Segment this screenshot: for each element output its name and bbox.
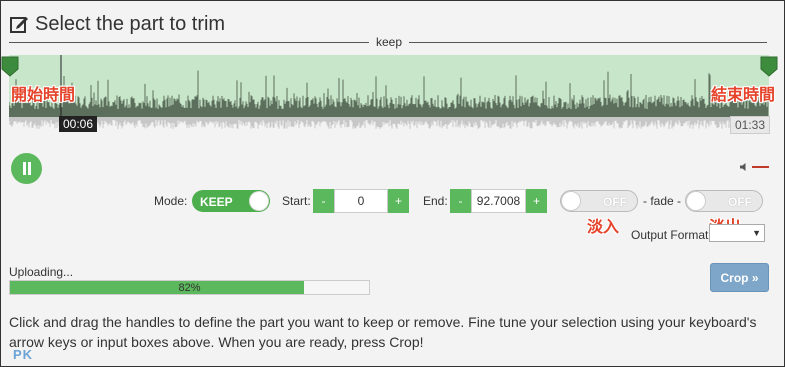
fade-out-state: OFF bbox=[728, 195, 752, 209]
mode-toggle-text: KEEP bbox=[200, 195, 233, 209]
end-input[interactable] bbox=[471, 189, 526, 213]
fade-out-toggle[interactable]: OFF bbox=[685, 190, 763, 212]
volume-slider[interactable] bbox=[752, 166, 769, 168]
speaker-icon bbox=[740, 163, 746, 171]
watermark-logo: PK bbox=[13, 347, 34, 362]
edit-icon bbox=[10, 17, 28, 33]
start-time-annotation: 開始時間 bbox=[11, 85, 76, 104]
start-label: Start: bbox=[282, 194, 311, 208]
pause-icon bbox=[22, 162, 32, 175]
toggle-knob bbox=[249, 191, 269, 211]
mode-label: Mode: bbox=[154, 194, 188, 208]
start-increment-button[interactable]: + bbox=[388, 189, 409, 213]
end-handle[interactable] bbox=[760, 55, 778, 77]
current-time: 00:06 bbox=[59, 116, 98, 132]
end-label: End: bbox=[423, 194, 448, 208]
output-format-select[interactable]: ▼ bbox=[709, 224, 765, 242]
waveform[interactable] bbox=[9, 55, 769, 135]
instructions-text: Click and drag the handles to define the… bbox=[9, 314, 757, 350]
trim-panel: Select the part to trim keep 開始時間 結束時間 0… bbox=[0, 0, 785, 367]
start-input[interactable] bbox=[334, 189, 388, 213]
crop-button[interactable]: Crop » bbox=[710, 263, 769, 292]
start-stepper: - + bbox=[313, 189, 409, 213]
toggle-knob bbox=[561, 191, 581, 211]
waveform-graphic[interactable] bbox=[9, 55, 769, 135]
output-format-label: Output Format bbox=[631, 228, 709, 242]
end-increment-button[interactable]: + bbox=[526, 189, 547, 213]
fade-in-state: OFF bbox=[603, 195, 627, 209]
total-time: 01:33 bbox=[730, 116, 771, 134]
pause-button[interactable] bbox=[11, 153, 42, 184]
keep-divider-left bbox=[9, 42, 369, 43]
toggle-knob bbox=[686, 191, 706, 211]
end-time-annotation: 結束時間 bbox=[711, 85, 776, 104]
fade-label: - fade - bbox=[643, 194, 682, 208]
progress-text: 82% bbox=[178, 282, 201, 294]
start-handle[interactable] bbox=[1, 55, 19, 77]
upload-status: Uploading... bbox=[9, 265, 74, 279]
fade-in-annotation: 淡入 bbox=[587, 217, 620, 236]
keep-label: keep bbox=[375, 35, 403, 49]
end-decrement-button[interactable]: - bbox=[450, 189, 471, 213]
end-stepper: - + bbox=[450, 189, 547, 213]
dropdown-arrow-icon: ▼ bbox=[752, 228, 761, 238]
volume-control[interactable] bbox=[740, 163, 769, 171]
fade-in-toggle[interactable]: OFF bbox=[560, 190, 638, 212]
keep-divider-right bbox=[409, 42, 767, 43]
upload-progress-bar: 82% bbox=[9, 280, 370, 295]
page-title: Select the part to trim bbox=[35, 12, 226, 35]
mode-toggle[interactable]: KEEP bbox=[192, 190, 270, 212]
start-decrement-button[interactable]: - bbox=[313, 189, 334, 213]
panel-header: Select the part to trim bbox=[9, 11, 225, 37]
